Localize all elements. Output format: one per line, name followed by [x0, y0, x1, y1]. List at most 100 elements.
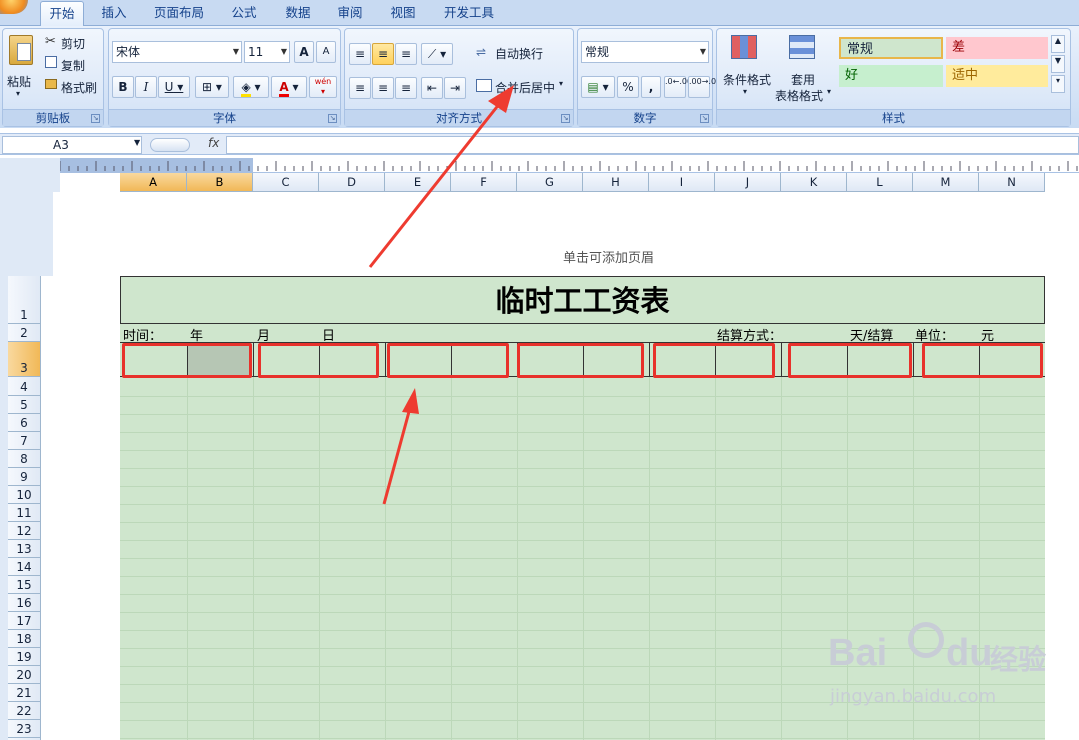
formula-divider-icon — [150, 138, 190, 152]
decrease-decimal-button[interactable]: .00→.0 — [688, 76, 716, 98]
row-header-8[interactable]: 8 — [8, 450, 40, 468]
wrap-text-button[interactable]: 自动换行 — [495, 45, 543, 62]
align-bottom-button[interactable]: ≡ — [395, 43, 417, 65]
column-header-a[interactable]: A — [120, 173, 187, 192]
style-good[interactable]: 好 — [839, 65, 943, 87]
increase-decimal-button[interactable]: .0←.00 — [664, 76, 692, 98]
row-header-13[interactable]: 13 — [8, 540, 40, 558]
number-launcher-icon[interactable]: ↘ — [700, 114, 709, 123]
styles-scroll-up-icon[interactable]: ▲ — [1051, 35, 1065, 53]
ribbon-tab-bar: 开始 插入 页面布局 公式 数据 审阅 视图 开发工具 — [0, 0, 1079, 26]
column-header-k[interactable]: K — [781, 173, 847, 192]
tab-developer[interactable]: 开发工具 — [436, 1, 502, 26]
row-header-11[interactable]: 11 — [8, 504, 40, 522]
row-header-19[interactable]: 19 — [8, 648, 40, 666]
percent-label: % — [622, 80, 634, 94]
phonetic-button[interactable]: wén ▾ — [309, 76, 337, 98]
column-header-m[interactable]: M — [913, 173, 979, 192]
row-header-17[interactable]: 17 — [8, 612, 40, 630]
comma-button[interactable]: , — [641, 76, 661, 98]
row-header-7[interactable]: 7 — [8, 432, 40, 450]
style-normal[interactable]: 常规 — [839, 37, 943, 59]
column-header-n[interactable]: N — [979, 173, 1045, 192]
row-header-3[interactable]: 3 — [8, 342, 40, 377]
header-placeholder[interactable]: 单击可添加页眉 — [563, 247, 654, 266]
align-top-button[interactable]: ≡ — [349, 43, 371, 65]
underline-button[interactable]: U ▾ — [158, 76, 190, 98]
italic-button[interactable]: I — [135, 76, 157, 98]
row-header-1[interactable]: 1 — [8, 276, 40, 324]
row-header-21[interactable]: 21 — [8, 684, 40, 702]
tab-data[interactable]: 数据 — [276, 1, 320, 26]
row-header-14[interactable]: 14 — [8, 558, 40, 576]
row-header-5[interactable]: 5 — [8, 396, 40, 414]
gridline-horizontal — [120, 414, 1045, 415]
formula-input[interactable] — [226, 136, 1079, 154]
row-header-18[interactable]: 18 — [8, 630, 40, 648]
tab-formulas[interactable]: 公式 — [222, 1, 266, 26]
align-middle-button[interactable]: ≡ — [372, 43, 394, 65]
column-header-b[interactable]: B — [187, 173, 253, 192]
tab-review[interactable]: 审阅 — [328, 1, 372, 26]
column-header-l[interactable]: L — [847, 173, 913, 192]
font-launcher-icon[interactable]: ↘ — [328, 114, 337, 123]
title-cell[interactable]: 临时工工资表 — [120, 276, 1045, 324]
copy-button[interactable]: 复制 — [61, 57, 85, 74]
merge-dropdown-icon[interactable]: ▾ — [559, 79, 563, 88]
accounting-button[interactable]: ▤ ▾ — [581, 76, 615, 98]
alignment-launcher-icon[interactable]: ↘ — [561, 114, 570, 123]
tab-home[interactable]: 开始 — [40, 1, 84, 26]
font-color-button[interactable]: A ▾ — [271, 76, 307, 98]
bold-button[interactable]: B — [112, 76, 134, 98]
row-header-4[interactable]: 4 — [8, 377, 40, 396]
row-header-23[interactable]: 23 — [8, 720, 40, 738]
column-header-h[interactable]: H — [583, 173, 649, 192]
row-header-9[interactable]: 9 — [8, 468, 40, 486]
gridline-horizontal — [120, 504, 1045, 505]
row-header-20[interactable]: 20 — [8, 666, 40, 684]
paste-button[interactable]: 粘贴 — [7, 73, 31, 90]
name-box[interactable]: A3 — [2, 136, 142, 154]
row-header-22[interactable]: 22 — [8, 702, 40, 720]
row-header-6[interactable]: 6 — [8, 414, 40, 432]
percent-button[interactable]: % — [617, 76, 639, 98]
table-format-button[interactable]: 表格格式 — [775, 87, 823, 104]
cut-button[interactable]: 剪切 — [61, 35, 85, 52]
name-box-dropdown-icon[interactable]: ▼ — [134, 138, 140, 147]
tab-insert[interactable]: 插入 — [92, 1, 136, 26]
border-button[interactable]: ⊞ ▾ — [195, 76, 229, 98]
font-group: 宋体 ▼ 11 ▼ A A B I U ▾ ⊞ ▾ ◈ ▾ A ▾ wén ▾ 字体 … — [108, 28, 341, 127]
fill-color-button[interactable]: ◈ ▾ — [233, 76, 269, 98]
paste-dropdown-icon[interactable]: ▾ — [16, 89, 20, 98]
table-format-dropdown-icon[interactable]: ▾ — [827, 87, 831, 96]
office-button[interactable] — [0, 0, 28, 14]
currency-icon: ▤ — [587, 80, 599, 94]
row-header-12[interactable]: 12 — [8, 522, 40, 540]
font-size-select[interactable]: 11 ▼ — [244, 41, 290, 63]
shrink-font-button[interactable]: A — [316, 41, 336, 63]
column-header-i[interactable]: I — [649, 173, 715, 192]
format-painter-button[interactable]: 格式刷 — [61, 79, 97, 96]
styles-more-icon[interactable]: ▾ — [1051, 75, 1065, 93]
row-header-2[interactable]: 2 — [8, 324, 40, 342]
row-header-16[interactable]: 16 — [8, 594, 40, 612]
style-bad[interactable]: 差 — [946, 37, 1048, 59]
insert-function-icon[interactable]: fx — [208, 136, 219, 150]
clipboard-launcher-icon[interactable]: ↘ — [91, 114, 100, 123]
grow-font-button[interactable]: A — [294, 41, 314, 63]
font-name-select[interactable]: 宋体 ▼ — [112, 41, 242, 63]
column-header-c[interactable]: C — [253, 173, 319, 192]
column-header-j[interactable]: J — [715, 173, 781, 192]
orientation-button[interactable]: ⟋ ▾ — [421, 43, 453, 65]
conditional-dropdown-icon[interactable]: ▾ — [743, 87, 747, 96]
row-header-15[interactable]: 15 — [8, 576, 40, 594]
paint-bucket-icon: ◈ — [241, 80, 251, 97]
style-neutral[interactable]: 适中 — [946, 65, 1048, 87]
tab-view[interactable]: 视图 — [381, 1, 425, 26]
gridline-horizontal — [120, 468, 1045, 469]
row-header-10[interactable]: 10 — [8, 486, 40, 504]
number-format-select[interactable]: 常规 ▼ — [581, 41, 709, 63]
conditional-format-button[interactable]: 条件格式 — [723, 71, 771, 88]
tab-page-layout[interactable]: 页面布局 — [146, 1, 212, 26]
styles-scroll-down-icon[interactable]: ▼ — [1051, 55, 1065, 73]
